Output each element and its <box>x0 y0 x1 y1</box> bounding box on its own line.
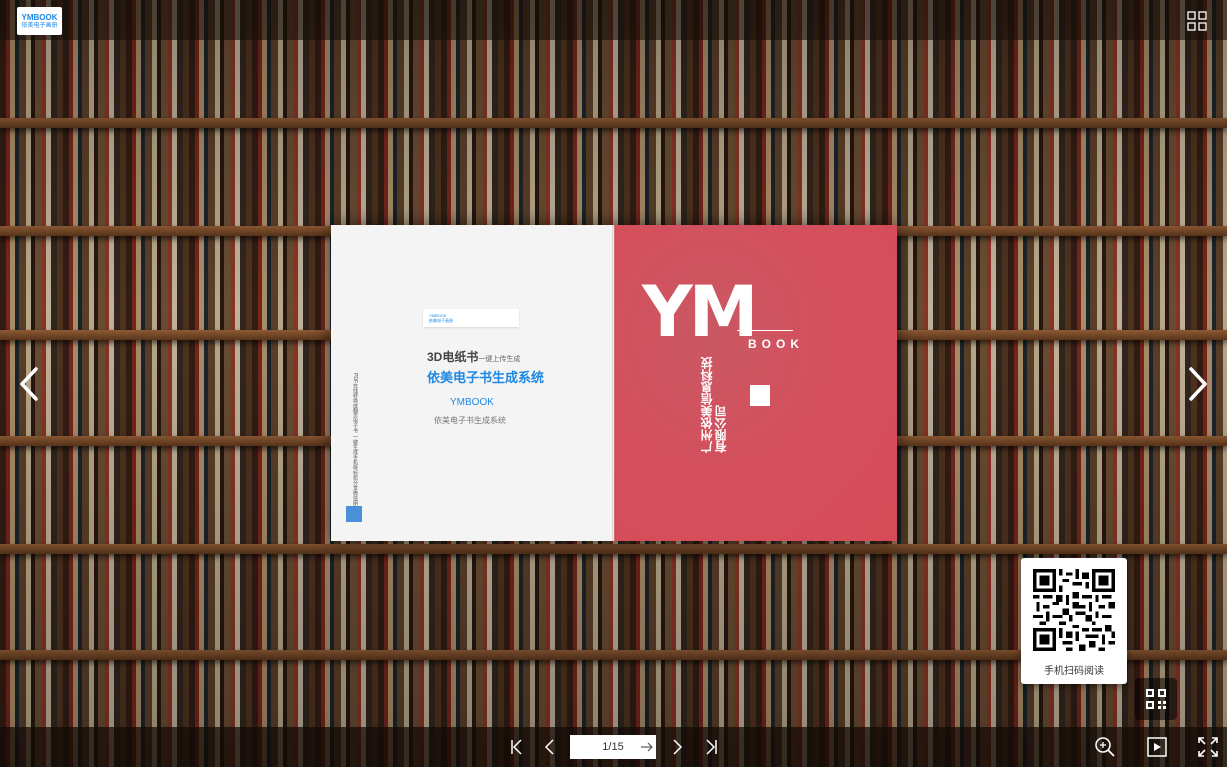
bottom-toolbar <box>0 727 1227 767</box>
first-page-button[interactable] <box>505 735 527 759</box>
fullscreen-button[interactable] <box>1197 735 1219 759</box>
fullscreen-icon <box>1198 737 1218 757</box>
top-bar: YMBOOK 依美电子画册 <box>0 0 1227 40</box>
front-cover-page[interactable]: YM BOOK 广州依美信息科技有限公司 <box>614 225 897 541</box>
qr-code-icon <box>1146 689 1166 709</box>
headline-prefix: 3D电纸书 <box>427 350 479 364</box>
logo[interactable]: YMBOOK 依美电子画册 <box>17 7 62 35</box>
autoplay-button[interactable] <box>1146 735 1168 759</box>
qr-button[interactable] <box>1135 678 1177 720</box>
play-icon <box>1147 737 1167 757</box>
qr-label: 手机扫码阅读 <box>1044 666 1104 677</box>
mini-banner: YMBOOK 依美电子画册 <box>423 309 519 327</box>
brand-subtitle: 依美电子书生成系统 <box>434 416 506 425</box>
next-page-button[interactable] <box>667 735 689 759</box>
prev-page-icon <box>544 739 554 755</box>
thumbnails-button[interactable] <box>1187 11 1207 31</box>
prev-page-button[interactable] <box>538 735 560 759</box>
next-page-icon <box>673 739 683 755</box>
white-square-decoration <box>750 385 770 406</box>
blue-square-decoration <box>346 506 362 522</box>
go-arrow-icon <box>641 742 653 752</box>
logo-title: YMBOOK <box>21 12 58 22</box>
go-to-page-button[interactable] <box>640 739 654 755</box>
book-word: BOOK <box>748 337 804 351</box>
back-cover-page[interactable]: YMBOOK 依美电子画册 3D电纸书一键上传生成 依美电子书生成系统 YMBO… <box>331 225 614 541</box>
ym-logo-text: YM <box>642 271 758 353</box>
vertical-tagline: PDF在线转换成翻页电子书 一键生成手机版 轻松分享微信朋友圈 <box>352 373 358 516</box>
book-spine <box>612 225 616 541</box>
logo-subtitle: 依美电子画册 <box>21 22 58 29</box>
mini-banner-sub: 依美电子画册 <box>429 318 453 323</box>
divider <box>737 330 793 331</box>
previous-page-arrow[interactable] <box>16 366 44 402</box>
brand-name: YMBOOK <box>450 397 494 408</box>
chevron-right-icon <box>1189 367 1207 401</box>
zoom-in-icon <box>1095 737 1115 757</box>
next-page-arrow[interactable] <box>1183 366 1211 402</box>
product-name: 依美电子书生成系统 <box>427 370 545 385</box>
chevron-left-icon <box>20 367 38 401</box>
headline-suffix: 一键上传生成 <box>478 356 521 363</box>
last-page-button[interactable] <box>701 735 723 759</box>
cover-headline: 3D电纸书一键上传生成 <box>427 348 520 365</box>
qr-popup: 手机扫码阅读 <box>1021 558 1127 684</box>
qr-code-image <box>1033 569 1115 651</box>
first-page-icon <box>511 739 522 755</box>
zoom-in-button[interactable] <box>1094 735 1116 759</box>
last-page-icon <box>706 739 717 755</box>
flipbook[interactable]: YMBOOK 依美电子画册 3D电纸书一键上传生成 依美电子书生成系统 YMBO… <box>331 225 897 541</box>
grid-icon <box>1187 11 1207 31</box>
company-name: 广州依美信息科技有限公司 <box>700 357 728 453</box>
